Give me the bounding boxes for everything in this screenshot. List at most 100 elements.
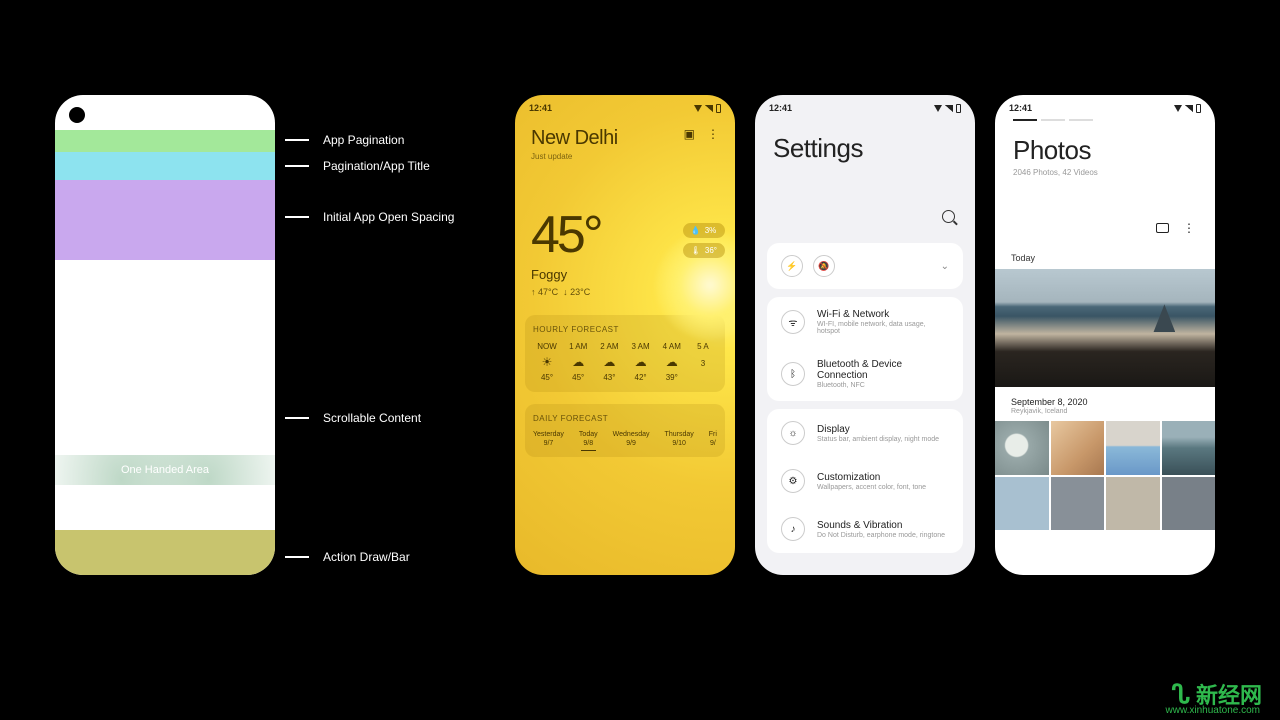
album-title: September 8, 2020 [995, 389, 1215, 408]
feels-pill: 🌡36° [683, 243, 725, 258]
sounds-icon: ♪ [781, 517, 805, 541]
battery-chip-icon[interactable]: ⚡ [781, 255, 803, 277]
camera-cutout [69, 107, 85, 123]
daily-item[interactable]: Wednesday9/9 [613, 431, 650, 447]
more-icon[interactable]: ⋮ [1183, 221, 1195, 235]
cloud-icon: ☁ [666, 355, 678, 369]
weather-pills: 💧3% 🌡36° [683, 223, 725, 258]
settings-phone: 12:41 Settings ⚡ 🔕 ⌄ ᯤ Wi-Fi & NetworkWI… [755, 95, 975, 575]
weather-phone: 12:41 New Delhi Just update ▣ ⋮ 45° Fogg… [515, 95, 735, 575]
status-icons [694, 104, 721, 113]
clock: 12:41 [1009, 103, 1032, 113]
daily-row: Yesterday9/7 Today9/8 Wednesday9/9 Thurs… [533, 431, 717, 447]
chevron-down-icon[interactable]: ⌄ [941, 261, 949, 272]
building-icon[interactable]: ▣ [684, 127, 695, 141]
one-handed-label: One Handed Area [121, 464, 209, 476]
photo-thumb[interactable] [995, 477, 1049, 531]
label-pagination: App Pagination [285, 133, 404, 147]
wifi-icon: ᯤ [781, 310, 805, 334]
quick-settings-card[interactable]: ⚡ 🔕 ⌄ [767, 243, 963, 289]
watermark-url: www.xinhuatone.com [1166, 705, 1261, 716]
hourly-item: 1 AM☁45° [564, 342, 592, 382]
cloud-icon: ☁ [572, 355, 584, 369]
wifi-item[interactable]: ᯤ Wi-Fi & NetworkWI-FI, mobile network, … [767, 297, 963, 347]
hero-photo[interactable] [995, 269, 1215, 387]
cast-icon[interactable] [1156, 223, 1169, 233]
daily-item[interactable]: Thursday9/10 [665, 431, 694, 447]
status-bar: 12:41 [515, 95, 735, 115]
one-handed-area: One Handed Area [55, 455, 275, 485]
display-item[interactable]: ☼ DisplayStatus bar, ambient display, ni… [767, 409, 963, 457]
hourly-item: 5 A3 [689, 342, 717, 382]
photo-thumb[interactable] [1162, 477, 1216, 531]
display-icon: ☼ [781, 421, 805, 445]
status-bar: 12:41 [995, 95, 1215, 115]
photos-count: 2046 Photos, 42 Videos [995, 168, 1215, 185]
hourly-item: 2 AM☁43° [595, 342, 623, 382]
watermark: ᔐ 新经网 www.xinhuatone.com [1171, 678, 1262, 710]
sun-icon: ☀ [542, 355, 553, 369]
humidity-pill: 💧3% [683, 223, 725, 238]
hourly-row: NOW☀45° 1 AM☁45° 2 AM☁43° 3 AM☁42° 4 AM☁… [533, 342, 717, 382]
daily-card[interactable]: DAILY FORECAST Yesterday9/7 Today9/8 Wed… [525, 404, 725, 457]
display-group: ☼ DisplayStatus bar, ambient display, ni… [767, 409, 963, 553]
clock: 12:41 [769, 103, 792, 113]
photo-thumb[interactable] [1106, 421, 1160, 475]
daily-item-active[interactable]: Today9/8 [579, 431, 598, 447]
status-bar: 12:41 [755, 95, 975, 115]
dnd-chip-icon[interactable]: 🔕 [813, 255, 835, 277]
label-actionbar: Action Draw/Bar [285, 550, 410, 564]
photo-thumb[interactable] [1051, 421, 1105, 475]
customization-icon: ⚙ [781, 469, 805, 493]
zone-pagination [55, 130, 275, 152]
humidity-icon: 💧 [691, 226, 701, 235]
bluetooth-item[interactable]: ᛒ Bluetooth & Device ConnectionBluetooth… [767, 347, 963, 401]
photo-thumb[interactable] [1051, 477, 1105, 531]
album-location: Reykjavik, Iceland [995, 408, 1215, 421]
photo-thumb[interactable] [995, 421, 1049, 475]
temperature-block: 45° Foggy ↑ 47°C ↓ 23°C 💧3% 🌡36° [515, 165, 735, 303]
diagram-phone: One Handed Area [55, 95, 275, 575]
more-icon[interactable]: ⋮ [707, 127, 719, 141]
weather-header: New Delhi Just update ▣ ⋮ [515, 115, 735, 165]
photo-thumb[interactable] [1106, 477, 1160, 531]
label-spacing: Initial App Open Spacing [285, 210, 454, 224]
today-label: Today [995, 247, 1215, 269]
label-scrollable: Scrollable Content [285, 411, 421, 425]
network-group: ᯤ Wi-Fi & NetworkWI-FI, mobile network, … [767, 297, 963, 401]
sounds-item[interactable]: ♪ Sounds & VibrationDo Not Disturb, earp… [767, 505, 963, 553]
zone-title [55, 152, 275, 180]
condition: Foggy [531, 267, 719, 282]
zone-spacing [55, 180, 275, 260]
zone-actionbar [55, 530, 275, 575]
hourly-item: 3 AM☁42° [627, 342, 655, 382]
bluetooth-icon: ᛒ [781, 362, 805, 386]
zone-scrollable: One Handed Area [55, 260, 275, 530]
search-row [755, 170, 975, 235]
label-title: Pagination/App Title [285, 159, 430, 173]
page-title: Photos [995, 121, 1215, 168]
hourly-item: NOW☀45° [533, 342, 561, 382]
daily-item[interactable]: Yesterday9/7 [533, 431, 564, 447]
photo-thumb[interactable] [1162, 421, 1216, 475]
search-icon[interactable] [942, 210, 955, 223]
status-icons [934, 104, 961, 113]
customization-item[interactable]: ⚙ CustomizationWallpapers, accent color,… [767, 457, 963, 505]
clock: 12:41 [529, 103, 552, 113]
hourly-item: 4 AM☁39° [658, 342, 686, 382]
photos-phone: 12:41 Photos 2046 Photos, 42 Videos ⋮ To… [995, 95, 1215, 575]
daily-item[interactable]: Fri9/ [709, 431, 717, 447]
city-name: New Delhi [531, 127, 618, 150]
cloud-icon: ☁ [603, 355, 615, 369]
high-low: ↑ 47°C ↓ 23°C [531, 287, 719, 297]
status-icons [1174, 104, 1201, 113]
daily-title: DAILY FORECAST [533, 414, 717, 423]
photo-grid [995, 421, 1215, 530]
action-row: ⋮ [995, 185, 1215, 247]
hourly-card[interactable]: HOURLY FORECAST NOW☀45° 1 AM☁45° 2 AM☁43… [525, 315, 725, 392]
page-title: Settings [755, 115, 975, 170]
cloud-icon: ☁ [635, 355, 647, 369]
feels-icon: 🌡 [691, 246, 701, 255]
updated-label: Just update [531, 152, 618, 161]
hourly-title: HOURLY FORECAST [533, 325, 717, 334]
